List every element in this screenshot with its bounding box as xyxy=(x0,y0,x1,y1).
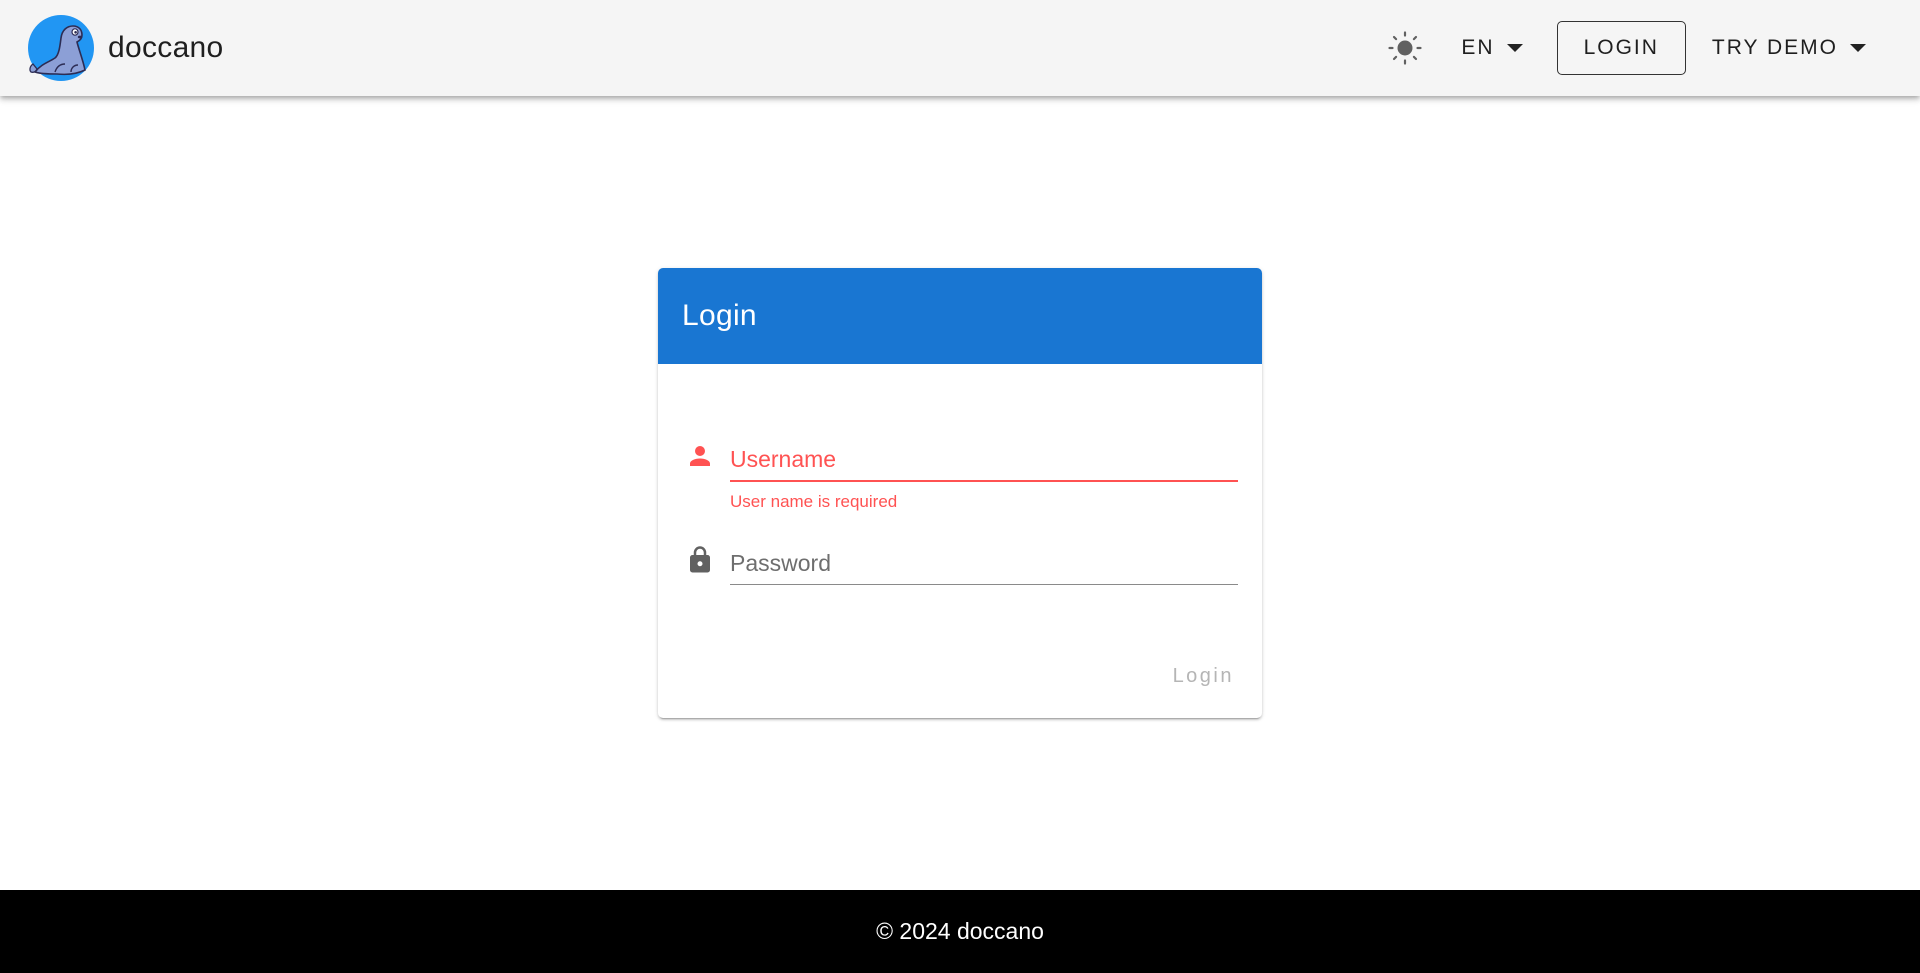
password-underline xyxy=(730,584,1238,585)
login-card: Login User name is required xyxy=(658,268,1262,718)
username-underline xyxy=(730,480,1238,482)
username-field: User name is required xyxy=(730,440,1238,512)
login-submit-label: Login xyxy=(1172,665,1234,687)
header-login-button[interactable]: LOGIN xyxy=(1556,21,1686,75)
sun-brightness-icon xyxy=(1388,31,1422,65)
theme-toggle-button[interactable] xyxy=(1377,20,1433,76)
login-card-header: Login xyxy=(658,268,1262,364)
language-label: EN xyxy=(1461,36,1495,59)
page: doccano EN LOGIN TRY DEMO Login Username… xyxy=(0,0,1920,973)
try-demo-label: TRY DEMO xyxy=(1711,36,1838,59)
header-login-label: LOGIN xyxy=(1583,36,1659,59)
username-input[interactable] xyxy=(730,440,1238,480)
top-app-bar: doccano EN LOGIN TRY DEMO xyxy=(0,0,1920,96)
footer: © 2024 doccano xyxy=(0,890,1920,973)
login-card-title: Login xyxy=(682,299,757,332)
language-menu-button[interactable]: EN xyxy=(1447,21,1536,75)
app-title: doccano xyxy=(108,31,224,64)
footer-copyright: © 2024 doccano xyxy=(876,918,1044,944)
login-submit-button[interactable]: Login xyxy=(1173,659,1234,694)
seal-logo-icon xyxy=(28,15,94,81)
chevron-down-icon xyxy=(1506,44,1523,52)
account-icon xyxy=(684,440,716,472)
password-input[interactable] xyxy=(730,544,1238,584)
lock-icon xyxy=(684,544,716,576)
username-error-message: User name is required xyxy=(730,491,898,511)
password-field xyxy=(730,544,1238,585)
brand-home-link[interactable]: doccano xyxy=(27,0,224,96)
toolbar-actions: EN LOGIN TRY DEMO xyxy=(1377,0,1880,96)
try-demo-menu-button[interactable]: TRY DEMO xyxy=(1698,21,1880,75)
username-row: User name is required xyxy=(684,440,1238,511)
chevron-down-icon xyxy=(1850,44,1866,52)
password-row xyxy=(684,544,1238,585)
